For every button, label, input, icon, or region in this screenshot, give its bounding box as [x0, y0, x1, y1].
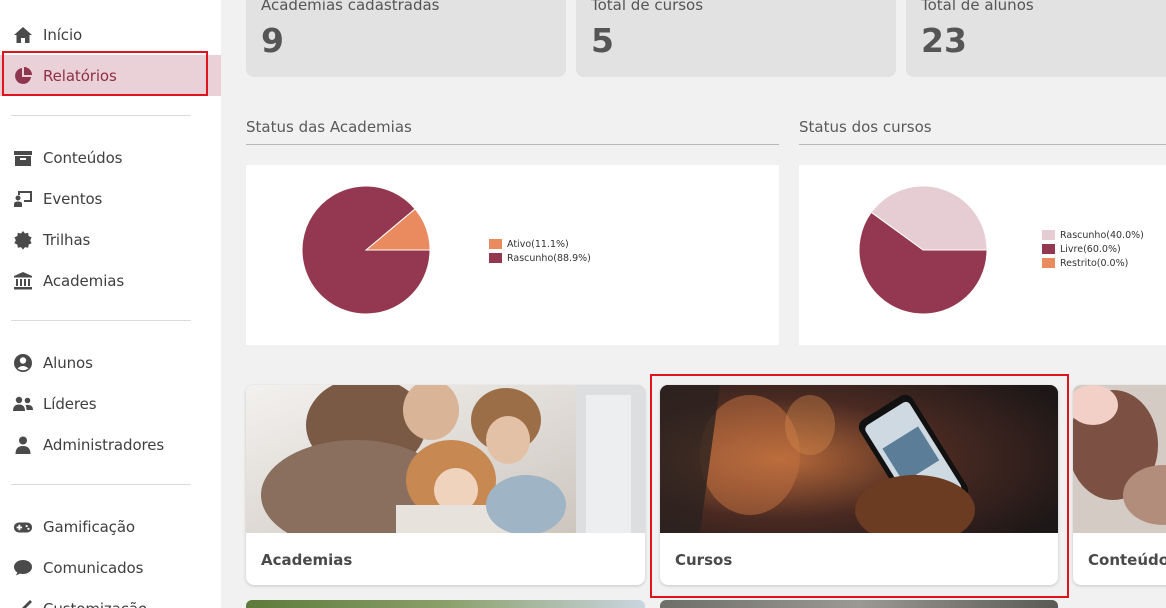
stat-label: Total de cursos	[591, 0, 704, 14]
academias-photo	[246, 385, 645, 533]
sidebar-item-comunicados[interactable]: Comunicados	[0, 547, 221, 588]
sidebar-divider	[11, 320, 191, 321]
sidebar-item-label: Líderes	[43, 394, 97, 413]
sidebar-item-label: Conteúdos	[43, 148, 123, 167]
stat-label: Total de alunos	[921, 0, 1034, 14]
sidebar-item-label: Trilhas	[43, 230, 91, 249]
legend-item[interactable]: Livre(60.0%)	[1042, 242, 1144, 256]
chart-title-academias: Status das Academias	[246, 118, 412, 136]
pie-slice-rascunho[interactable]	[301, 185, 431, 315]
sidebar-item-label: Gamificação	[43, 517, 135, 536]
sidebar-item-customizacao[interactable]: Customização	[0, 588, 221, 608]
sidebar: Início Relatórios Conteúdos Eventos Tril…	[0, 0, 221, 608]
user-admin-icon	[12, 434, 34, 456]
sidebar-item-trilhas[interactable]: Trilhas	[0, 219, 221, 260]
gamepad-icon	[12, 516, 34, 538]
sidebar-item-label: Academias	[43, 271, 125, 290]
legend-swatch	[1042, 258, 1055, 268]
sidebar-divider	[11, 484, 191, 485]
chart-title-underline	[246, 144, 779, 145]
sidebar-item-label: Alunos	[43, 353, 93, 372]
legend-swatch	[1042, 230, 1055, 240]
chat-bubble-icon	[12, 557, 34, 579]
sidebar-item-label: Eventos	[43, 189, 103, 208]
card-row-2-image	[246, 600, 645, 608]
archive-box-icon	[12, 147, 34, 169]
highlight-box-cursos	[650, 374, 1069, 598]
legend-item[interactable]: Restrito(0.0%)	[1042, 256, 1144, 270]
brush-icon	[12, 598, 34, 608]
sidebar-item-gamificacao[interactable]: Gamificação	[0, 506, 221, 547]
stat-value: 9	[261, 21, 284, 60]
conteudos-photo	[1073, 385, 1166, 533]
legend-swatch	[1042, 244, 1055, 254]
card-row-2-image	[660, 600, 1058, 608]
sidebar-item-label: Início	[43, 25, 83, 44]
sidebar-item-label: Administradores	[43, 435, 165, 454]
gear-badge-icon	[12, 229, 34, 251]
card-label: Conteúdos	[1088, 551, 1166, 569]
legend-swatch	[489, 253, 502, 263]
legend-item[interactable]: Rascunho(88.9%)	[489, 251, 591, 265]
chart-title-underline	[799, 144, 1166, 145]
card-conteudos[interactable]: Conteúdos	[1073, 385, 1166, 585]
sidebar-item-label: Customização	[43, 600, 147, 608]
card-label: Academias	[261, 551, 353, 569]
legend-label: Rascunho(88.9%)	[507, 252, 591, 264]
stat-value: 23	[921, 21, 967, 60]
institution-icon	[12, 270, 34, 292]
stat-value: 5	[591, 21, 614, 60]
chart-legend-cursos: Rascunho(40.0%) Livre(60.0%) Restrito(0.0%…	[1042, 228, 1144, 270]
home-icon	[12, 24, 34, 46]
sidebar-item-alunos[interactable]: Alunos	[0, 342, 221, 383]
chart-panel-academias: Ativo(11.1%) Rascunho(88.9%)	[246, 165, 779, 345]
legend-swatch	[489, 239, 502, 249]
pie-chart-academias	[301, 185, 431, 315]
sidebar-item-inicio[interactable]: Início	[0, 14, 221, 55]
pie-chart-cursos	[858, 185, 988, 315]
legend-item[interactable]: Ativo(11.1%)	[489, 237, 591, 251]
user-circle-icon	[12, 352, 34, 374]
sidebar-item-label: Comunicados	[43, 558, 144, 577]
sidebar-item-conteudos[interactable]: Conteúdos	[0, 137, 221, 178]
sidebar-item-lideres[interactable]: Líderes	[0, 383, 221, 424]
legend-label: Restrito(0.0%)	[1060, 257, 1129, 269]
stat-card-cursos: Total de cursos 5	[576, 0, 896, 77]
legend-label: Livre(60.0%)	[1060, 243, 1121, 255]
stat-card-academias: Academias cadastradas 9	[246, 0, 566, 77]
sidebar-item-eventos[interactable]: Eventos	[0, 178, 221, 219]
legend-item[interactable]: Rascunho(40.0%)	[1042, 228, 1144, 242]
legend-label: Rascunho(40.0%)	[1060, 229, 1144, 241]
highlight-box-relatorios	[2, 51, 208, 96]
stat-card-alunos: Total de alunos 23	[906, 0, 1166, 77]
sidebar-item-administradores[interactable]: Administradores	[0, 424, 221, 465]
users-icon	[12, 393, 34, 415]
card-academias[interactable]: Academias	[246, 385, 645, 585]
chart-title-cursos: Status dos cursos	[799, 118, 932, 136]
sidebar-item-academias[interactable]: Academias	[0, 260, 221, 301]
chart-panel-cursos: Rascunho(40.0%) Livre(60.0%) Restrito(0.0%…	[799, 165, 1166, 345]
sidebar-divider	[11, 115, 191, 116]
legend-label: Ativo(11.1%)	[507, 238, 569, 250]
stat-label: Academias cadastradas	[261, 0, 440, 14]
chart-legend-academias: Ativo(11.1%) Rascunho(88.9%)	[489, 237, 591, 265]
presentation-icon	[12, 188, 34, 210]
